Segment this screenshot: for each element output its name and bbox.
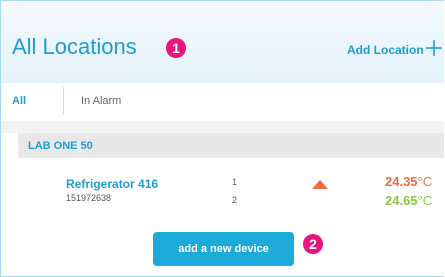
add-device-button[interactable]: add a new device [153,232,294,266]
temperature-unit: °C [417,174,433,189]
temperature-unit: °C [417,193,433,208]
add-location-link[interactable]: Add Location [347,43,424,57]
app-frame: All Locations 1 Add Location All In Alar… [0,0,444,277]
device-serial: 151972638 [66,193,112,203]
channel-number: 1 [232,177,238,187]
plus-icon[interactable] [425,39,443,57]
temperature-reading-ok: 24.65°C [385,193,432,208]
page-title: All Locations [12,34,137,59]
location-group-header: LAB ONE 50 [18,133,444,158]
section-spacer [1,121,444,133]
channel-number: 2 [232,195,238,205]
temperature-value: 24.35 [385,174,418,189]
tab-in-alarm[interactable]: In Alarm [81,95,121,107]
step-badge-1: 1 [166,38,186,58]
step-badge-2: 2 [303,234,323,254]
triangle-up-icon [312,180,328,189]
temperature-value: 24.65 [385,193,418,208]
tab-all[interactable]: All [12,95,26,107]
tab-divider [63,87,64,115]
device-name-link[interactable]: Refrigerator 416 [66,177,158,191]
tab-bar: All In Alarm [1,83,444,121]
location-name: LAB ONE 50 [28,140,93,152]
temperature-reading-alarm: 24.35°C [385,174,432,189]
header: All Locations 1 Add Location [1,1,444,83]
